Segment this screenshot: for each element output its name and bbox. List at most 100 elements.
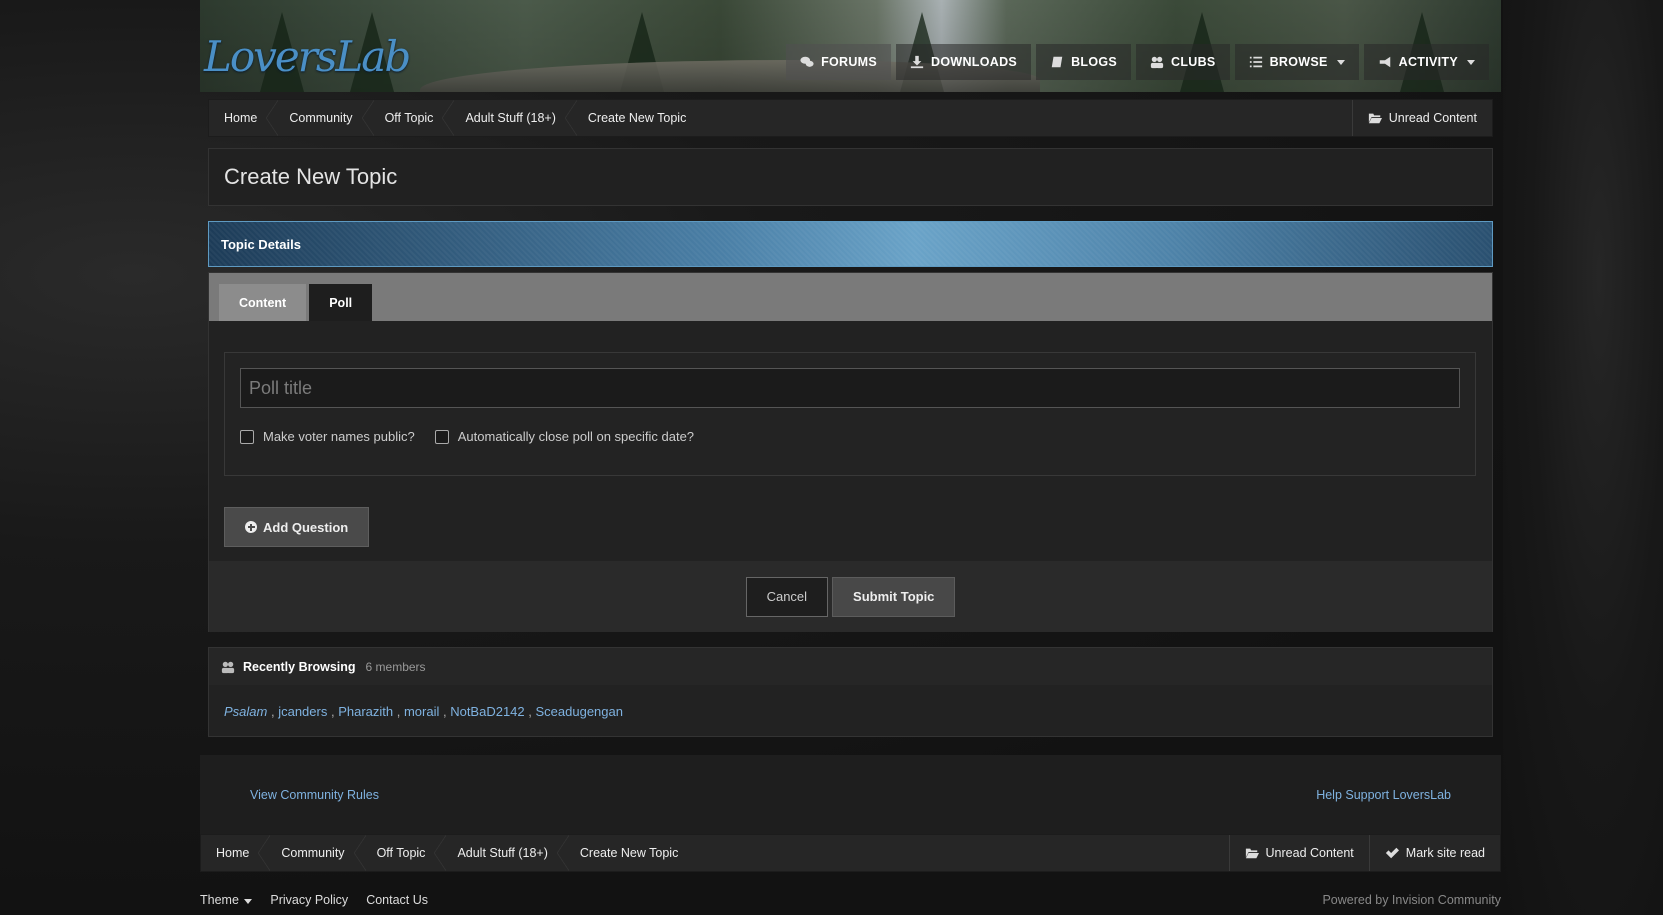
breadcrumb-off-topic[interactable]: Off Topic <box>360 835 447 871</box>
mark-site-read-button[interactable]: Mark site read <box>1368 835 1500 871</box>
topic-details-header: Topic Details <box>208 221 1493 267</box>
book-icon <box>1051 56 1063 68</box>
breadcrumb-home[interactable]: Home <box>209 100 279 136</box>
cancel-button[interactable]: Cancel <box>745 576 829 617</box>
breadcrumb-create-new-topic: Create New Topic <box>579 846 679 860</box>
member-separator: , <box>439 704 451 719</box>
megaphone-icon <box>1379 56 1390 68</box>
member-separator: , <box>327 704 339 719</box>
breadcrumb-items: Home Community Off Topic Adult Stuff (18… <box>209 100 701 136</box>
users-icon <box>221 661 235 673</box>
breadcrumb-home[interactable]: Home <box>201 835 271 871</box>
page-background-right <box>1503 0 1663 915</box>
bottom-links-left: Theme Privacy Policy Contact Us <box>200 893 428 907</box>
recently-browsing-header: Recently Browsing 6 members <box>209 648 1492 685</box>
member-link[interactable]: morail <box>404 704 439 719</box>
plus-circle-icon <box>245 521 257 533</box>
recently-browsing-title: Recently Browsing <box>243 659 356 674</box>
topic-details-title: Topic Details <box>221 236 301 252</box>
page-wrapper: LoversLab FORUMS DOWNLOADS BLOGS CLUBS B… <box>200 0 1501 915</box>
public-voters-option[interactable]: Make voter names public? <box>240 429 415 444</box>
member-link[interactable]: Psalam <box>224 704 267 719</box>
mark-site-read-label: Mark site read <box>1405 846 1485 860</box>
recently-browsing-count: 6 members <box>365 659 426 674</box>
site-header: LoversLab FORUMS DOWNLOADS BLOGS CLUBS B… <box>200 0 1501 92</box>
community-rules-link[interactable]: View Community Rules <box>250 788 379 802</box>
member-list: Psalam , jcanders , Pharazith , morail ,… <box>209 685 1492 738</box>
unread-content-button[interactable]: Unread Content <box>1228 835 1369 871</box>
page-title-box: Create New Topic <box>208 148 1493 206</box>
member-link[interactable]: jcanders <box>278 704 327 719</box>
chat-bubbles-icon <box>800 56 814 67</box>
member-separator: , <box>393 704 404 719</box>
form-actions: Cancel Submit Topic <box>209 561 1492 632</box>
tab-poll[interactable]: Poll <box>309 284 373 321</box>
contact-us-link[interactable]: Contact Us <box>366 893 428 907</box>
breadcrumb-adult-stuff[interactable]: Adult Stuff (18+) <box>448 100 578 136</box>
breadcrumb: Home Community Off Topic Adult Stuff (18… <box>208 99 1493 137</box>
nav-browse[interactable]: BROWSE <box>1234 44 1359 80</box>
poll-question-panel: Make voter names public? Automatically c… <box>224 352 1476 476</box>
nav-clubs[interactable]: CLUBS <box>1136 44 1230 80</box>
privacy-policy-link[interactable]: Privacy Policy <box>270 893 348 907</box>
breadcrumb-adult-stuff[interactable]: Adult Stuff (18+) <box>440 835 570 871</box>
chevron-down-icon <box>1467 59 1475 65</box>
chevron-down-icon <box>244 899 253 904</box>
breadcrumb-community[interactable]: Community <box>272 100 374 136</box>
member-separator: , <box>524 704 536 719</box>
add-question-label: Add Question <box>263 519 349 535</box>
powered-by-text[interactable]: Powered by Invision Community <box>1322 893 1501 907</box>
breadcrumb-community[interactable]: Community <box>264 835 366 871</box>
nav-downloads-label: DOWNLOADS <box>931 55 1018 69</box>
nav-blogs[interactable]: BLOGS <box>1036 44 1132 80</box>
member-link[interactable]: Sceadugengan <box>536 704 623 719</box>
topic-form: Content Poll Make voter names public? Au… <box>208 272 1493 632</box>
help-support-link[interactable]: Help Support LoversLab <box>1316 788 1451 802</box>
tab-content[interactable]: Content <box>219 284 307 321</box>
site-footer: View Community Rules Help Support Lovers… <box>200 755 1501 834</box>
bottom-links: Theme Privacy Policy Contact Us Powered … <box>200 893 1501 907</box>
theme-label: Theme <box>200 893 239 907</box>
public-voters-label: Make voter names public? <box>263 429 415 444</box>
folder-open-icon <box>1368 113 1382 124</box>
nav-forums[interactable]: FORUMS <box>786 44 892 80</box>
chevron-down-icon <box>1336 59 1345 65</box>
submit-topic-button[interactable]: Submit Topic <box>832 576 956 617</box>
public-voters-checkbox[interactable] <box>240 429 254 444</box>
member-link[interactable]: Pharazith <box>338 704 393 719</box>
add-question-button[interactable]: Add Question <box>224 507 370 547</box>
breadcrumb-off-topic[interactable]: Off Topic <box>368 100 455 136</box>
poll-title-input[interactable] <box>240 368 1460 408</box>
folder-open-icon <box>1245 848 1259 859</box>
footer-breadcrumb-items: Home Community Off Topic Adult Stuff (18… <box>201 835 693 871</box>
list-icon <box>1249 56 1262 68</box>
poll-options: Make voter names public? Automatically c… <box>240 429 694 444</box>
recently-browsing: Recently Browsing 6 members Psalam , jca… <box>208 647 1493 737</box>
nav-blogs-label: BLOGS <box>1071 55 1118 69</box>
auto-close-checkbox[interactable] <box>434 429 449 444</box>
nav-browse-label: BROWSE <box>1269 55 1328 69</box>
main-navigation: FORUMS DOWNLOADS BLOGS CLUBS BROWSE ACTI… <box>786 44 1489 80</box>
site-logo[interactable]: LoversLab <box>204 32 411 81</box>
unread-content-label: Unread Content <box>1265 846 1354 860</box>
auto-close-label: Automatically close poll on specific dat… <box>457 429 695 444</box>
page-title: Create New Topic <box>224 164 398 189</box>
nav-downloads[interactable]: DOWNLOADS <box>896 44 1032 80</box>
breadcrumb-create-new-topic: Create New Topic <box>587 111 687 125</box>
member-separator: , <box>267 704 279 719</box>
nav-activity[interactable]: ACTIVITY <box>1363 44 1489 80</box>
nav-forums-label: FORUMS <box>821 55 878 69</box>
unread-content-button[interactable]: Unread Content <box>1351 100 1492 136</box>
form-tabs: Content Poll <box>209 273 1492 321</box>
unread-content-label: Unread Content <box>1388 111 1477 125</box>
nav-activity-label: ACTIVITY <box>1398 55 1458 69</box>
users-icon <box>1150 56 1164 69</box>
member-link[interactable]: NotBaD2142 <box>450 704 524 719</box>
download-icon <box>910 55 924 69</box>
auto-close-option[interactable]: Automatically close poll on specific dat… <box>434 429 695 444</box>
theme-selector[interactable]: Theme <box>200 893 253 907</box>
checkmark-icon <box>1385 847 1399 859</box>
footer-breadcrumb-actions: Unread Content Mark site read <box>1228 835 1500 871</box>
breadcrumb-actions: Unread Content <box>1351 100 1492 136</box>
footer-breadcrumb: Home Community Off Topic Adult Stuff (18… <box>200 834 1501 872</box>
